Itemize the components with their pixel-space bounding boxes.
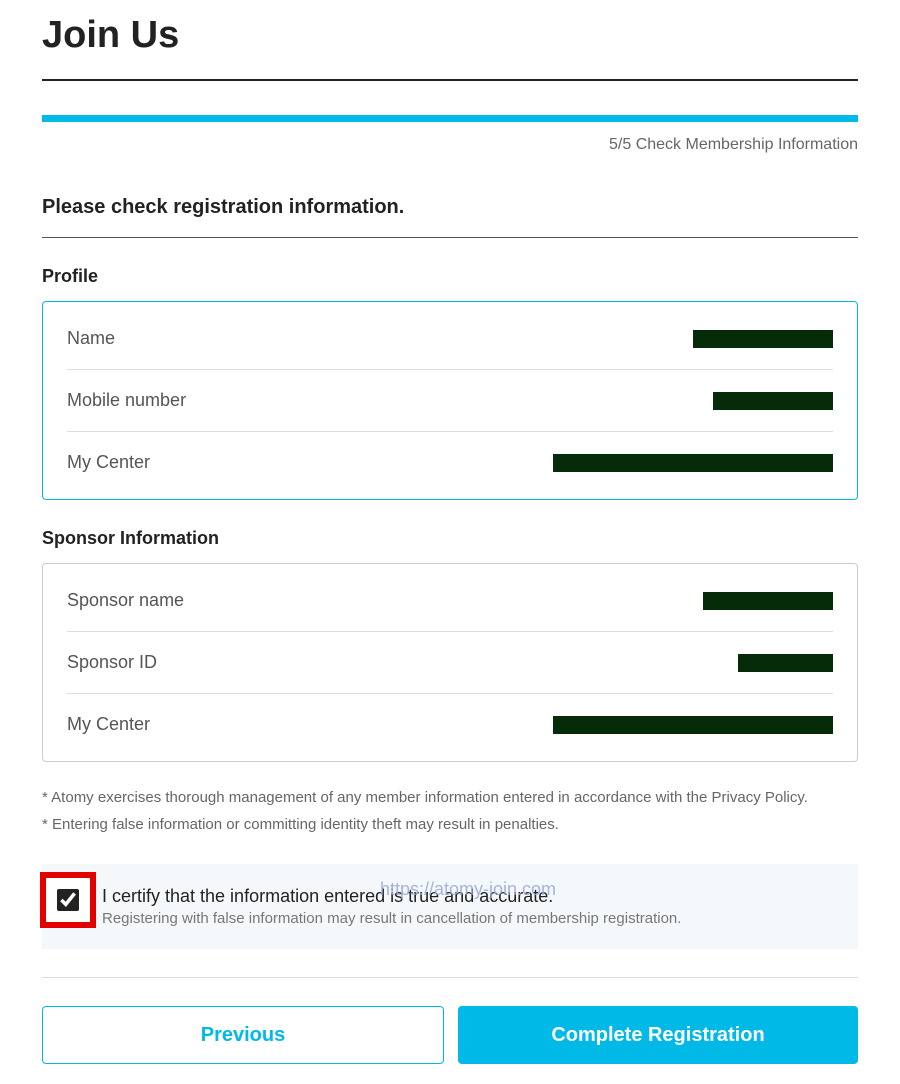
sponsor-card: Sponsor name Sponsor ID My Center	[42, 563, 858, 762]
profile-label-name: Name	[67, 328, 115, 349]
profile-row-mobile: Mobile number	[67, 370, 833, 432]
sponsor-label-id: Sponsor ID	[67, 652, 157, 673]
footnotes: * Atomy exercises thorough management of…	[42, 784, 858, 838]
profile-row-center: My Center	[67, 432, 833, 493]
profile-section-title: Profile	[42, 266, 858, 287]
certify-box: I certify that the information entered i…	[42, 864, 858, 949]
profile-value-mobile	[713, 392, 833, 410]
certify-checkbox-highlight	[40, 872, 96, 928]
certify-checkbox[interactable]	[57, 889, 79, 911]
step-label: 5/5 Check Membership Information	[42, 136, 858, 154]
sponsor-label-name: Sponsor name	[67, 590, 184, 611]
bottom-divider	[42, 977, 858, 978]
sponsor-value-id	[738, 654, 833, 672]
previous-button[interactable]: Previous	[42, 1006, 444, 1064]
profile-row-name: Name	[67, 308, 833, 370]
footnote-2: * Entering false information or committi…	[42, 811, 858, 838]
certify-sub-text: Registering with false information may r…	[102, 910, 834, 927]
page-title: Join Us	[42, 0, 858, 81]
sponsor-row-id: Sponsor ID	[67, 632, 833, 694]
profile-card: Name Mobile number My Center	[42, 301, 858, 500]
footnote-1: * Atomy exercises thorough management of…	[42, 784, 858, 811]
sponsor-row-name: Sponsor name	[67, 570, 833, 632]
profile-label-mobile: Mobile number	[67, 390, 186, 411]
complete-registration-button[interactable]: Complete Registration	[458, 1006, 858, 1064]
profile-label-center: My Center	[67, 452, 150, 473]
sponsor-row-center: My Center	[67, 694, 833, 755]
sponsor-value-name	[703, 592, 833, 610]
sponsor-value-center	[553, 716, 833, 734]
check-info-heading: Please check registration information.	[42, 196, 858, 238]
sponsor-section-title: Sponsor Information	[42, 528, 858, 549]
certify-main-text: I certify that the information entered i…	[102, 886, 834, 907]
button-row: Previous Complete Registration	[42, 1006, 858, 1064]
profile-value-name	[693, 330, 833, 348]
profile-value-center	[553, 454, 833, 472]
progress-bar	[42, 115, 858, 122]
sponsor-label-center: My Center	[67, 714, 150, 735]
